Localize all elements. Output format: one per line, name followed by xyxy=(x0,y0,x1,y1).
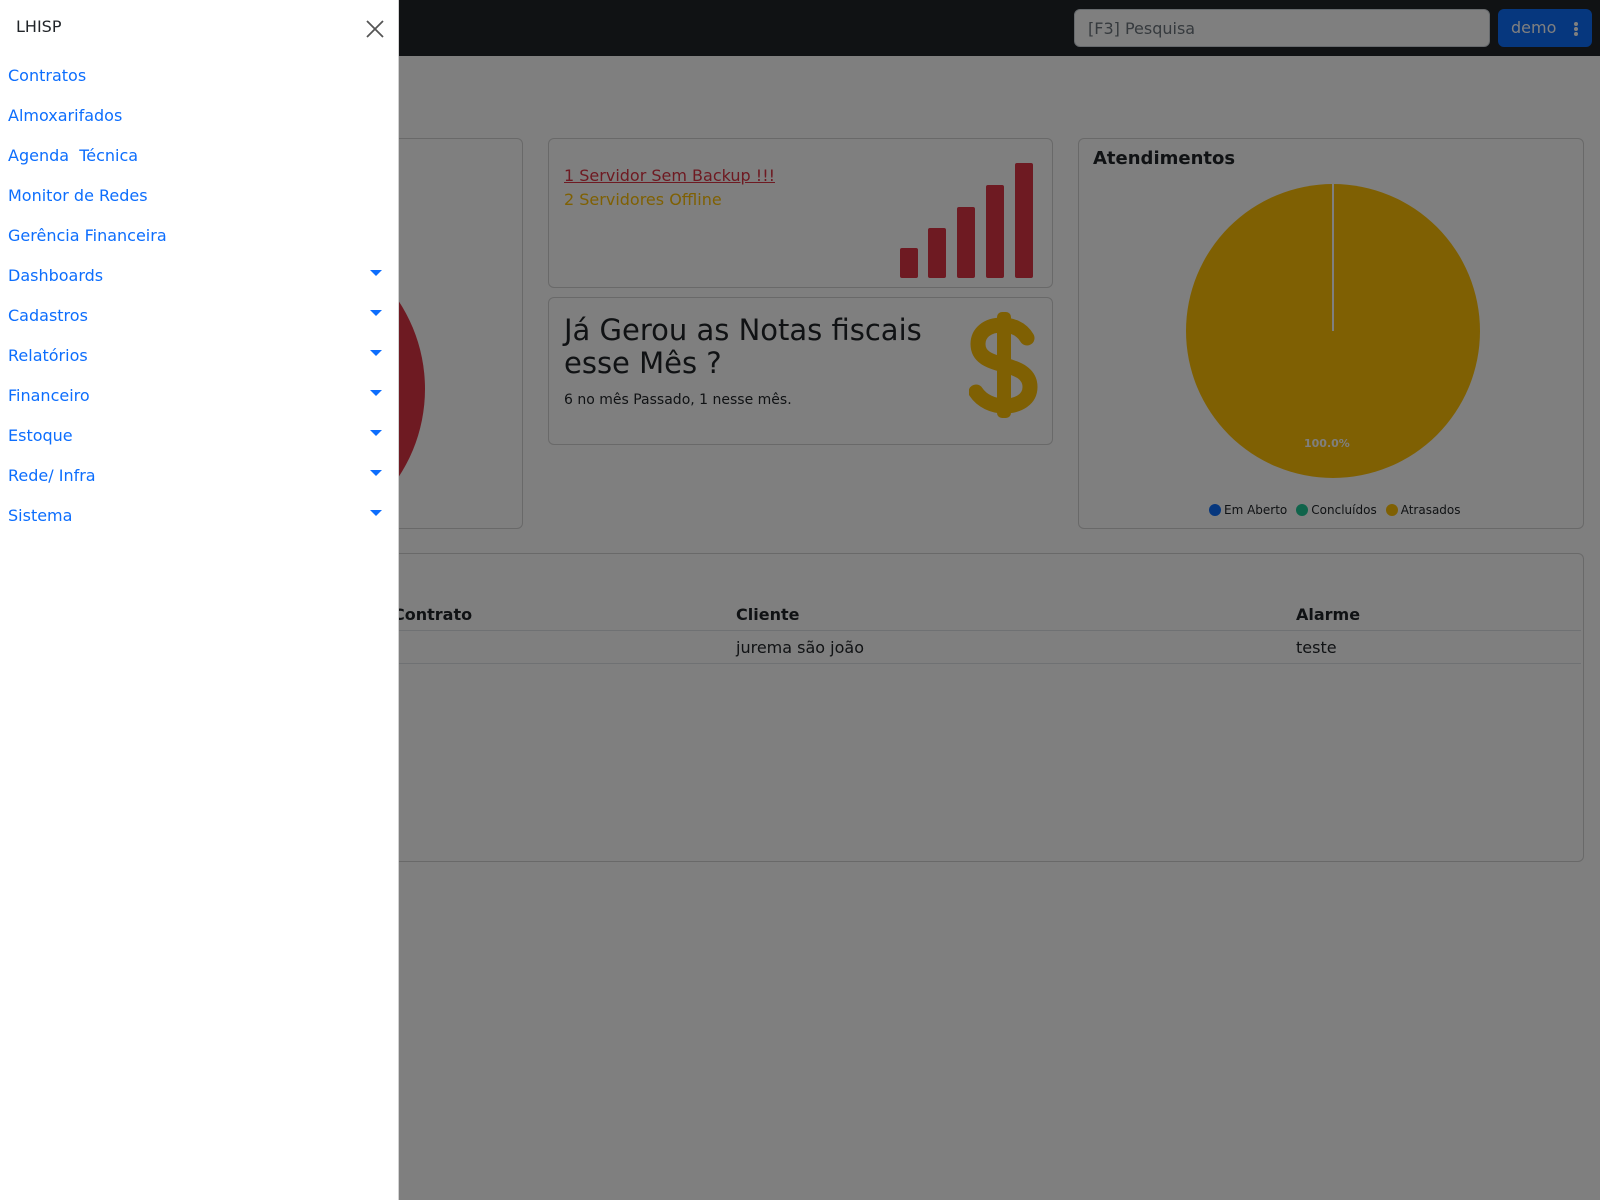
chevron-down-icon[interactable] xyxy=(370,350,382,356)
sidebar-item-financeiro[interactable]: Financeiro xyxy=(8,386,90,405)
chevron-down-icon[interactable] xyxy=(370,510,382,516)
sidebar-brand: LHISP xyxy=(16,17,62,36)
chevron-down-icon[interactable] xyxy=(370,270,382,276)
sidebar-item-almoxarifados[interactable]: Almoxarifados xyxy=(8,106,122,125)
sidebar-item-estoque[interactable]: Estoque xyxy=(8,426,73,445)
sidebar-item-dashboards[interactable]: Dashboards xyxy=(8,266,103,285)
chevron-down-icon[interactable] xyxy=(370,470,382,476)
sidebar-menu: LHISP Contratos Almoxarifados Agenda Téc… xyxy=(0,0,399,1200)
chevron-down-icon[interactable] xyxy=(370,390,382,396)
close-icon[interactable] xyxy=(365,19,385,39)
sidebar-item-gerencia-financeira[interactable]: Gerência Financeira xyxy=(8,226,167,245)
chevron-down-icon[interactable] xyxy=(370,430,382,436)
chevron-down-icon[interactable] xyxy=(370,310,382,316)
sidebar-item-relatorios[interactable]: Relatórios xyxy=(8,346,88,365)
sidebar-item-contratos[interactable]: Contratos xyxy=(8,66,86,85)
sidebar-item-sistema[interactable]: Sistema xyxy=(8,506,72,525)
sidebar-item-rede-infra[interactable]: Rede/ Infra xyxy=(8,466,96,485)
sidebar-item-agenda-tecnica[interactable]: Agenda Técnica xyxy=(8,146,138,165)
sidebar-item-cadastros[interactable]: Cadastros xyxy=(8,306,88,325)
sidebar-item-monitor-de-redes[interactable]: Monitor de Redes xyxy=(8,186,148,205)
